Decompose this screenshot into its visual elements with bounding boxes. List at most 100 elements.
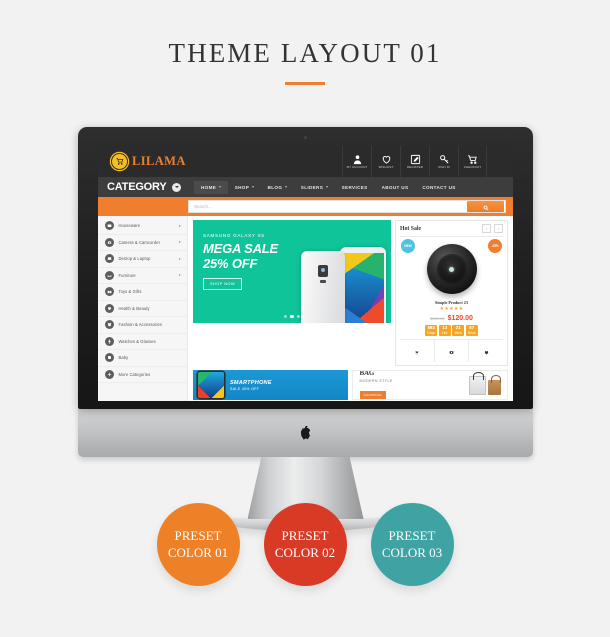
site-logo[interactable]: LILAMA [111, 153, 186, 170]
countdown-hours: 13 Hrs [438, 324, 451, 337]
category-sidebar: Houseware Camera & Camcorder Destop & La… [98, 216, 188, 401]
caret-right-icon [179, 257, 181, 260]
badge-discount: -25% [488, 239, 502, 253]
top-icon-sign-in[interactable]: SIGN IN [429, 146, 458, 177]
slider-dot[interactable] [283, 314, 288, 318]
top-icon-label: WISHLIST [378, 165, 394, 170]
product-prices: $160.00 $120.00 [430, 315, 473, 322]
monitor-bezel: LILAMA MY ACCOUNT WISHLIST REGISTER SIGN… [78, 127, 533, 409]
top-icon-register[interactable]: REGISTER [400, 146, 429, 177]
add-to-cart-button[interactable] [400, 340, 435, 363]
product-actions [400, 339, 503, 363]
banner-title: SMARTPHONE [230, 379, 272, 386]
category-item-houseware[interactable]: Houseware [98, 218, 187, 235]
product-name[interactable]: Simple Product 23 [435, 300, 468, 305]
title-divider [285, 82, 325, 85]
category-item-more-categories[interactable]: More Categories [98, 367, 187, 383]
countdown-timer: 583 Days 13 Hrs 21 Mins 57 Secs [425, 324, 478, 337]
nav-item-sliders[interactable]: SLIDERS [294, 181, 335, 194]
countdown-days: 583 Days [425, 324, 438, 337]
caret-right-icon [179, 224, 181, 227]
slider-dot-active[interactable] [290, 314, 294, 318]
top-icon-label: CHECKOUT [463, 165, 482, 170]
preset-label-line2: COLOR 01 [167, 544, 229, 560]
wishlist-heart-icon [484, 342, 489, 360]
preset-label-line1: PRESET [281, 527, 329, 543]
nav-item-contact-us[interactable]: CONTACT US [415, 181, 462, 194]
category-label: Destop & Laptop [118, 256, 151, 262]
nav-item-services[interactable]: SERVICES [335, 181, 375, 194]
sofa-icon [105, 270, 114, 280]
wishlist-button[interactable] [469, 340, 503, 362]
top-icon-my-account[interactable]: MY ACCOUNT [342, 146, 371, 177]
category-item-destop-laptop[interactable]: Destop & Laptop [98, 251, 187, 268]
search-button[interactable] [467, 201, 504, 212]
banner-title: BAG [359, 370, 375, 378]
nav-label: SHOP [234, 184, 250, 190]
banner-text: SMARTPHONE SALE 40% OFF [230, 380, 272, 391]
chevron-right-icon[interactable]: › [494, 224, 503, 233]
search-input[interactable]: Search... [189, 204, 467, 209]
chevron-left-icon[interactable]: ‹ [482, 224, 491, 233]
banner-smartphone[interactable]: SMARTPHONE SALE 40% OFF [193, 370, 348, 401]
user-icon [352, 154, 363, 165]
compare-button[interactable] [435, 340, 470, 363]
hot-sale-nav: ‹ › [482, 224, 503, 233]
preset-color-01[interactable]: PRESET COLOR 01 [156, 503, 240, 586]
logo-text: LILAMA [132, 154, 186, 168]
nav-label: SLIDERS [300, 184, 324, 190]
category-item-furniture[interactable]: Furniture [98, 268, 187, 284]
search-field-wrapper[interactable]: Search... [188, 200, 506, 213]
add-to-cart-icon [414, 342, 419, 360]
category-panel-header[interactable]: CATEGORY [98, 177, 188, 197]
hot-sale-panel: Hot Sale ‹ › NEW -25% Simple Product 23 … [395, 220, 508, 367]
slider-dots[interactable] [283, 314, 301, 318]
new-price: $120.00 [447, 314, 473, 322]
category-item-camera-camcorder[interactable]: Camera & Camcorder [98, 235, 187, 251]
chevron-down-icon[interactable] [172, 182, 181, 192]
product-image[interactable] [426, 244, 477, 294]
countdown-minutes: 21 Mins [452, 324, 465, 337]
apple-logo-icon [300, 425, 311, 440]
page-title: THEME LAYOUT 01 [168, 38, 442, 68]
nav-label: BLOG [267, 184, 283, 190]
category-item-toys-gifts[interactable]: Toys & Gifts [98, 284, 187, 301]
edit-square-icon [410, 154, 421, 165]
category-label: More Categories [118, 371, 151, 377]
baby-icon [105, 353, 114, 363]
category-label: Houseware [118, 223, 141, 229]
nav-item-home[interactable]: HOME [194, 180, 228, 194]
nav-item-about-us[interactable]: ABOUT US [375, 181, 416, 194]
caret-down-icon [251, 186, 254, 188]
hero-slider[interactable]: SAMSUNG GALAXY S5 MEGA SALE 25% OFF SHOP… [193, 220, 391, 323]
preset-color-03[interactable]: PRESET COLOR 03 [370, 503, 454, 586]
shopping-button[interactable]: SHOPPING [359, 390, 386, 399]
hot-sale-body: NEW -25% Simple Product 23 ★★★★★ $160.00… [400, 237, 503, 337]
category-item-health-beauty[interactable]: Health & Beauty [98, 301, 187, 317]
hero-headline-1: MEGA SALE [203, 241, 279, 256]
hot-sale-header: Hot Sale ‹ › [400, 224, 503, 237]
heart-pulse-icon [105, 303, 114, 313]
category-label: Toys & Gifts [118, 289, 142, 295]
top-icon-wishlist[interactable]: WISHLIST [371, 146, 400, 177]
category-label: Furniture [118, 272, 136, 278]
cart-icon [467, 154, 478, 165]
nav-item-blog[interactable]: BLOG [261, 181, 294, 194]
category-label: Watches & Glasses [118, 338, 156, 344]
top-icon-checkout[interactable]: CHECKOUT [458, 146, 487, 177]
countdown-unit: Secs [467, 330, 476, 335]
slider-dot[interactable] [296, 314, 301, 318]
shop-now-button[interactable]: SHOP NOW [203, 278, 243, 291]
nav-label: HOME [201, 184, 217, 190]
nav-item-shop[interactable]: SHOP [228, 181, 261, 194]
category-item-fashion-accessories[interactable]: Fashion & Accessories [98, 317, 187, 334]
promo-banner-row: SMARTPHONE SALE 40% OFF BAG MODERN STYLE… [193, 370, 508, 401]
product-rating: ★★★★★ [439, 306, 464, 312]
category-label: Baby [118, 355, 129, 361]
preset-color-02[interactable]: PRESET COLOR 02 [263, 503, 347, 586]
category-item-baby[interactable]: Baby [98, 350, 187, 367]
banner-bag[interactable]: BAG MODERN STYLE SHOPPING [351, 370, 508, 401]
category-item-watches-glasses[interactable]: Watches & Glasses [98, 334, 187, 350]
category-label: Health & Beauty [118, 305, 150, 311]
countdown-seconds: 57 Secs [465, 324, 478, 337]
